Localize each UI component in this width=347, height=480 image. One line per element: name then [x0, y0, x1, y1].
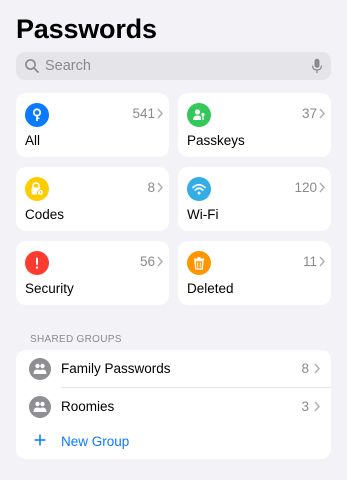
- shared-groups-header: SHARED GROUPS: [30, 334, 122, 345]
- category-label: Deleted: [187, 281, 234, 296]
- lock-clock-icon: [25, 177, 49, 201]
- chevron-right-icon: [157, 108, 163, 119]
- chevron-right-icon: [314, 401, 320, 412]
- shared-group-name: Family Passwords: [61, 361, 171, 376]
- new-group-button[interactable]: New Group: [16, 426, 331, 459]
- category-passkeys-tile[interactable]: 37 Passkeys: [178, 93, 331, 157]
- passkey-person-icon: [187, 103, 211, 127]
- trash-icon: [187, 251, 211, 275]
- chevron-right-icon: [319, 108, 325, 119]
- chevron-right-icon: [319, 256, 325, 267]
- category-count: 11: [302, 254, 317, 269]
- category-count: 541: [132, 106, 155, 121]
- category-label: Codes: [25, 207, 65, 222]
- category-label: Wi-Fi: [187, 207, 219, 222]
- chevron-right-icon: [314, 363, 320, 374]
- category-all-tile[interactable]: 541 All: [16, 93, 169, 157]
- category-label: All: [25, 133, 41, 148]
- category-count: 120: [294, 180, 317, 195]
- category-security-tile[interactable]: 56 Security: [16, 241, 169, 305]
- category-wifi-tile[interactable]: 120 Wi-Fi: [178, 167, 331, 231]
- category-count: 56: [139, 254, 155, 269]
- shared-group-name: Roomies: [61, 399, 115, 414]
- chevron-right-icon: [319, 182, 325, 193]
- shared-group-count: 3: [301, 399, 309, 414]
- passwords-page: Passwords 541 All: [0, 0, 347, 480]
- key-icon: [25, 103, 49, 127]
- category-label: Security: [25, 281, 74, 296]
- shared-group-row-family-passwords[interactable]: Family Passwords 8: [16, 350, 331, 388]
- shared-group-count: 8: [301, 361, 309, 376]
- chevron-right-icon: [157, 256, 163, 267]
- search-icon: [25, 59, 39, 73]
- search-bar[interactable]: [16, 52, 331, 80]
- new-group-label: New Group: [61, 434, 130, 449]
- people-icon: [29, 358, 51, 380]
- plus-icon: [34, 434, 46, 446]
- category-count: 37: [301, 106, 317, 121]
- category-deleted-tile[interactable]: 11 Deleted: [178, 241, 331, 305]
- shared-group-row-roomies[interactable]: Roomies 3: [16, 388, 331, 426]
- people-icon: [29, 396, 51, 418]
- search-input[interactable]: [45, 58, 311, 74]
- category-codes-tile[interactable]: 8 Codes: [16, 167, 169, 231]
- exclamation-icon: [25, 251, 49, 275]
- page-title: Passwords: [16, 14, 157, 44]
- category-label: Passkeys: [187, 133, 245, 148]
- microphone-icon[interactable]: [311, 58, 323, 74]
- chevron-right-icon: [157, 182, 163, 193]
- wifi-icon: [187, 177, 211, 201]
- category-count: 8: [147, 180, 155, 195]
- shared-groups-list: Family Passwords 8 Roomies 3 New Group: [16, 350, 331, 459]
